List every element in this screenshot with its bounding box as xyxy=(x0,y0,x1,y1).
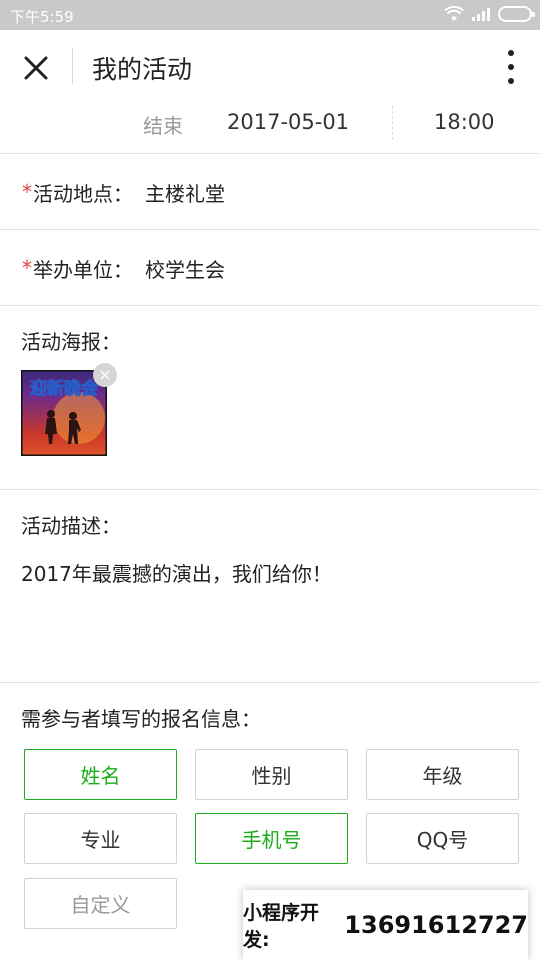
poster-section: 活动海报： 迎新晚会 × xyxy=(0,306,540,490)
nav-bar: 我的活动 xyxy=(0,30,540,102)
location-input[interactable]: 主楼礼堂 xyxy=(145,178,225,207)
option-grade[interactable]: 年级 xyxy=(366,749,519,800)
option-gender[interactable]: 性别 xyxy=(195,749,348,800)
option-custom[interactable]: 自定义 xyxy=(24,878,177,929)
location-row[interactable]: * 活动地点： 主楼礼堂 xyxy=(0,154,540,230)
description-label: 活动描述： xyxy=(21,514,121,538)
battery-icon xyxy=(498,6,535,22)
page-title: 我的活动 xyxy=(92,55,193,84)
organizer-label: 举办单位： xyxy=(33,258,133,282)
organizer-input[interactable]: 校学生会 xyxy=(145,254,225,283)
promo-phone: 13691612727 xyxy=(344,911,528,939)
option-phone[interactable]: 手机号 xyxy=(195,813,348,864)
end-row-divider xyxy=(392,106,393,140)
end-time-picker[interactable]: 18:00 xyxy=(434,110,495,134)
poster-thumbnail[interactable]: 迎新晚会 xyxy=(21,370,107,456)
nav-divider xyxy=(72,48,73,84)
registration-info-label: 需参与者填写的报名信息： xyxy=(21,707,261,731)
location-label: 活动地点： xyxy=(33,182,133,206)
poster-label: 活动海报： xyxy=(21,330,121,354)
promo-label: 小程序开发: xyxy=(243,902,320,951)
organizer-row[interactable]: * 举办单位： 校学生会 xyxy=(0,230,540,306)
option-name[interactable]: 姓名 xyxy=(24,749,177,800)
description-section: 活动描述： 2017年最震撼的演出，我们给你！ xyxy=(0,490,540,682)
required-mark: * xyxy=(22,256,32,280)
signal-icon xyxy=(472,7,490,21)
end-date-picker[interactable]: 2017-05-01 xyxy=(227,110,349,134)
required-mark: * xyxy=(22,180,32,204)
end-label: 结束 xyxy=(143,114,183,138)
wifi-icon xyxy=(444,6,464,21)
more-icon[interactable] xyxy=(506,50,516,84)
option-qq[interactable]: QQ号 xyxy=(366,813,519,864)
delete-poster-button[interactable]: × xyxy=(93,363,117,387)
status-time: 下午5:59 xyxy=(10,8,74,26)
status-icons xyxy=(444,6,535,22)
promo-banner: 小程序开发: 13691612727 xyxy=(243,890,528,960)
end-datetime-row: 结束 2017-05-01 18:00 xyxy=(0,102,540,154)
status-bar: 下午5:59 xyxy=(0,0,540,30)
close-icon[interactable] xyxy=(18,50,54,86)
poster-image-text: 迎新晚会 xyxy=(30,378,98,399)
option-major[interactable]: 专业 xyxy=(24,813,177,864)
poster-image: 迎新晚会 xyxy=(21,370,107,456)
description-input[interactable]: 2017年最震撼的演出，我们给你！ xyxy=(21,558,332,587)
